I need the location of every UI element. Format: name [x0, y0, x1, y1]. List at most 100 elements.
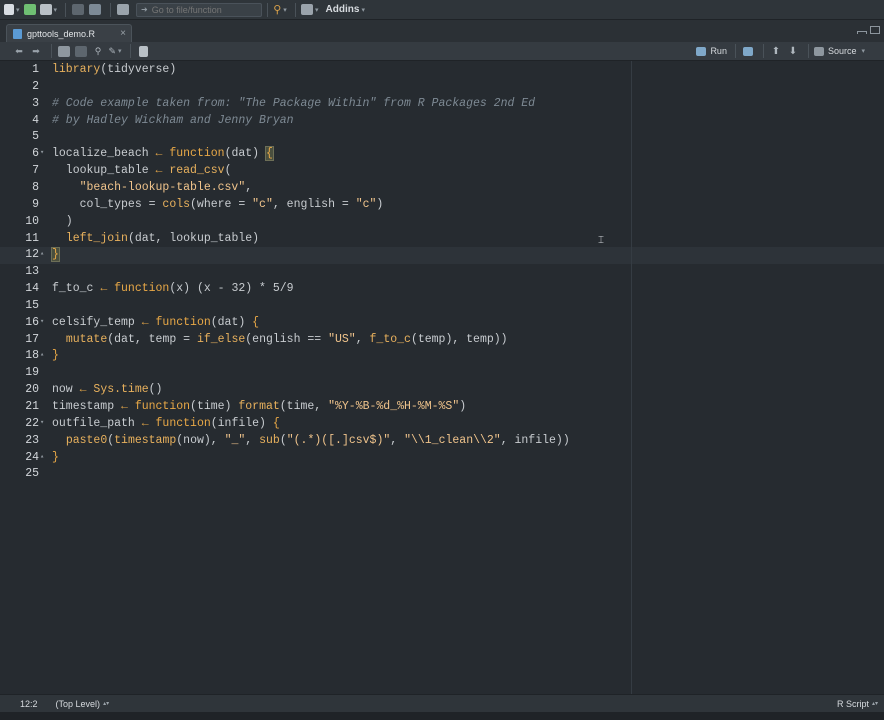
cursor-position: 12:2	[20, 698, 38, 709]
forward-button[interactable]: ➡	[29, 44, 43, 58]
toolbar-divider	[807, 44, 809, 58]
code-text: now ← Sys.time()	[52, 381, 162, 398]
code-token: f_to_c	[369, 332, 411, 346]
goto-file-function-input[interactable]	[147, 4, 252, 15]
file-type-dropdown-icon: ▴▾	[871, 701, 878, 707]
editor-tab-bar: gpttools_demo.R ×	[0, 20, 884, 42]
line-number: 4	[32, 113, 39, 127]
code-token: (dat, lookup_table)	[127, 231, 260, 245]
code-token: ,	[390, 433, 405, 447]
open-file-button[interactable]: ▾	[39, 2, 57, 18]
code-token: function	[155, 315, 211, 329]
rerun-button[interactable]	[741, 44, 755, 58]
code-token: localize_beach	[52, 147, 156, 161]
code-text: }	[51, 246, 60, 263]
show-in-window-button[interactable]	[57, 44, 71, 58]
workspace-panes-button[interactable]: ▾	[301, 2, 319, 18]
code-text: library(tidyverse)	[52, 61, 176, 78]
tab-gpttools-demo[interactable]: gpttools_demo.R ×	[6, 24, 132, 42]
code-token: "c"	[355, 197, 377, 211]
current-line-highlight	[0, 247, 884, 264]
code-token: (dat)	[210, 315, 253, 329]
run-button[interactable]: Run	[696, 44, 727, 58]
r-file-icon	[13, 28, 22, 39]
close-tab-icon[interactable]: ×	[120, 28, 126, 39]
code-token: "beach-lookup-table.csv"	[79, 180, 246, 194]
code-editor[interactable]: 1 library(tidyverse) 2 3 # Code example take…	[0, 61, 884, 694]
code-token: ,	[245, 433, 260, 447]
line-number: 14	[25, 282, 39, 296]
code-token: (infile)	[210, 416, 273, 430]
go-to-next-section-button[interactable]: ⬇	[786, 44, 800, 58]
fold-toggle-icon[interactable]: ▴	[40, 449, 44, 466]
code-token: (dat, temp =	[107, 332, 197, 346]
code-token: function	[134, 400, 191, 413]
minimize-pane-icon[interactable]	[857, 31, 867, 34]
notebook-icon	[138, 45, 148, 57]
addins-label: Addins	[325, 4, 360, 15]
scope-dropdown-icon: ▴▾	[103, 701, 110, 707]
goto-arrow-icon: ➜	[141, 5, 148, 14]
line-number: 7	[32, 164, 39, 178]
new-file-button[interactable]: ▾	[4, 2, 20, 18]
toolbar-divider	[130, 44, 131, 58]
code-token: )	[52, 214, 73, 228]
bottom-pane-edge	[0, 712, 884, 720]
file-type-selector[interactable]: R Script ▴▾	[837, 699, 878, 709]
addins-button[interactable]: Addins ▾	[326, 2, 365, 18]
goto-file-function-box[interactable]: ➜	[136, 2, 263, 17]
code-token: {	[252, 315, 260, 329]
code-token: ,	[245, 180, 253, 194]
code-token: # Code example taken from: "The Package …	[52, 96, 536, 110]
toolbar-divider	[762, 44, 764, 58]
forward-arrow-icon: ➡	[32, 45, 40, 56]
code-token: function	[155, 416, 211, 430]
code-text: # by Hadley Wickham and Jenny Bryan	[52, 112, 294, 129]
addins-dropdown-icon: ▾	[361, 6, 365, 14]
save-all-button[interactable]	[88, 2, 102, 18]
fold-toggle-icon[interactable]: ▴	[40, 347, 44, 364]
code-text: outfile_path ← function(infile) {	[52, 415, 280, 432]
code-token: "US"	[328, 332, 356, 346]
line-number: 10	[25, 214, 39, 228]
code-token: outfile_path	[52, 416, 142, 430]
code-text: col_types = cols(where = "c", english = …	[52, 196, 384, 213]
save-button[interactable]	[71, 2, 85, 18]
code-tools-button[interactable]: ✎ ▾	[108, 44, 122, 58]
code-token: sub	[259, 433, 280, 447]
fold-toggle-icon[interactable]: ▾	[40, 145, 44, 162]
print-button[interactable]	[116, 2, 130, 18]
save-editor-button[interactable]	[74, 44, 88, 58]
print-margin-line	[631, 61, 632, 694]
print-icon	[117, 4, 130, 15]
code-token: ←	[141, 416, 149, 430]
back-button[interactable]: ⬅	[12, 44, 26, 58]
line-number: 15	[25, 298, 39, 312]
fold-toggle-icon[interactable]: ▾	[40, 314, 44, 331]
source-button[interactable]: Source ▾	[813, 44, 865, 58]
code-text: celsify_temp ← function(dat) {	[52, 314, 259, 331]
code-token: format	[238, 400, 280, 413]
scope-selector[interactable]: (Top Level) ▴▾	[56, 699, 110, 709]
fold-toggle-icon[interactable]: ▾	[40, 415, 44, 432]
line-number: 3	[32, 96, 39, 110]
code-token: Sys.time	[93, 383, 149, 397]
go-to-previous-section-button[interactable]: ⬆	[769, 44, 783, 58]
new-project-button[interactable]	[23, 2, 37, 18]
git-button[interactable]: ⚲ ▾	[273, 2, 287, 18]
code-token: f_to_c	[52, 282, 101, 296]
compile-report-button[interactable]	[136, 44, 150, 58]
editor-toolbar: ⬅ ➡ ⚲ ✎ ▾ Run ⬆ ⬇ Source ▾	[0, 42, 884, 61]
code-token: }	[52, 349, 59, 363]
code-token: (	[279, 433, 287, 447]
code-token: # by Hadley Wickham and Jenny Bryan	[52, 113, 294, 127]
code-token: (temp), temp))	[410, 332, 508, 346]
maximize-pane-icon[interactable]	[870, 26, 880, 34]
find-replace-button[interactable]: ⚲	[91, 44, 105, 58]
code-token: cols	[162, 197, 191, 211]
fold-toggle-icon[interactable]: ▴	[40, 246, 44, 263]
arrow-down-icon: ⬇	[788, 45, 798, 57]
